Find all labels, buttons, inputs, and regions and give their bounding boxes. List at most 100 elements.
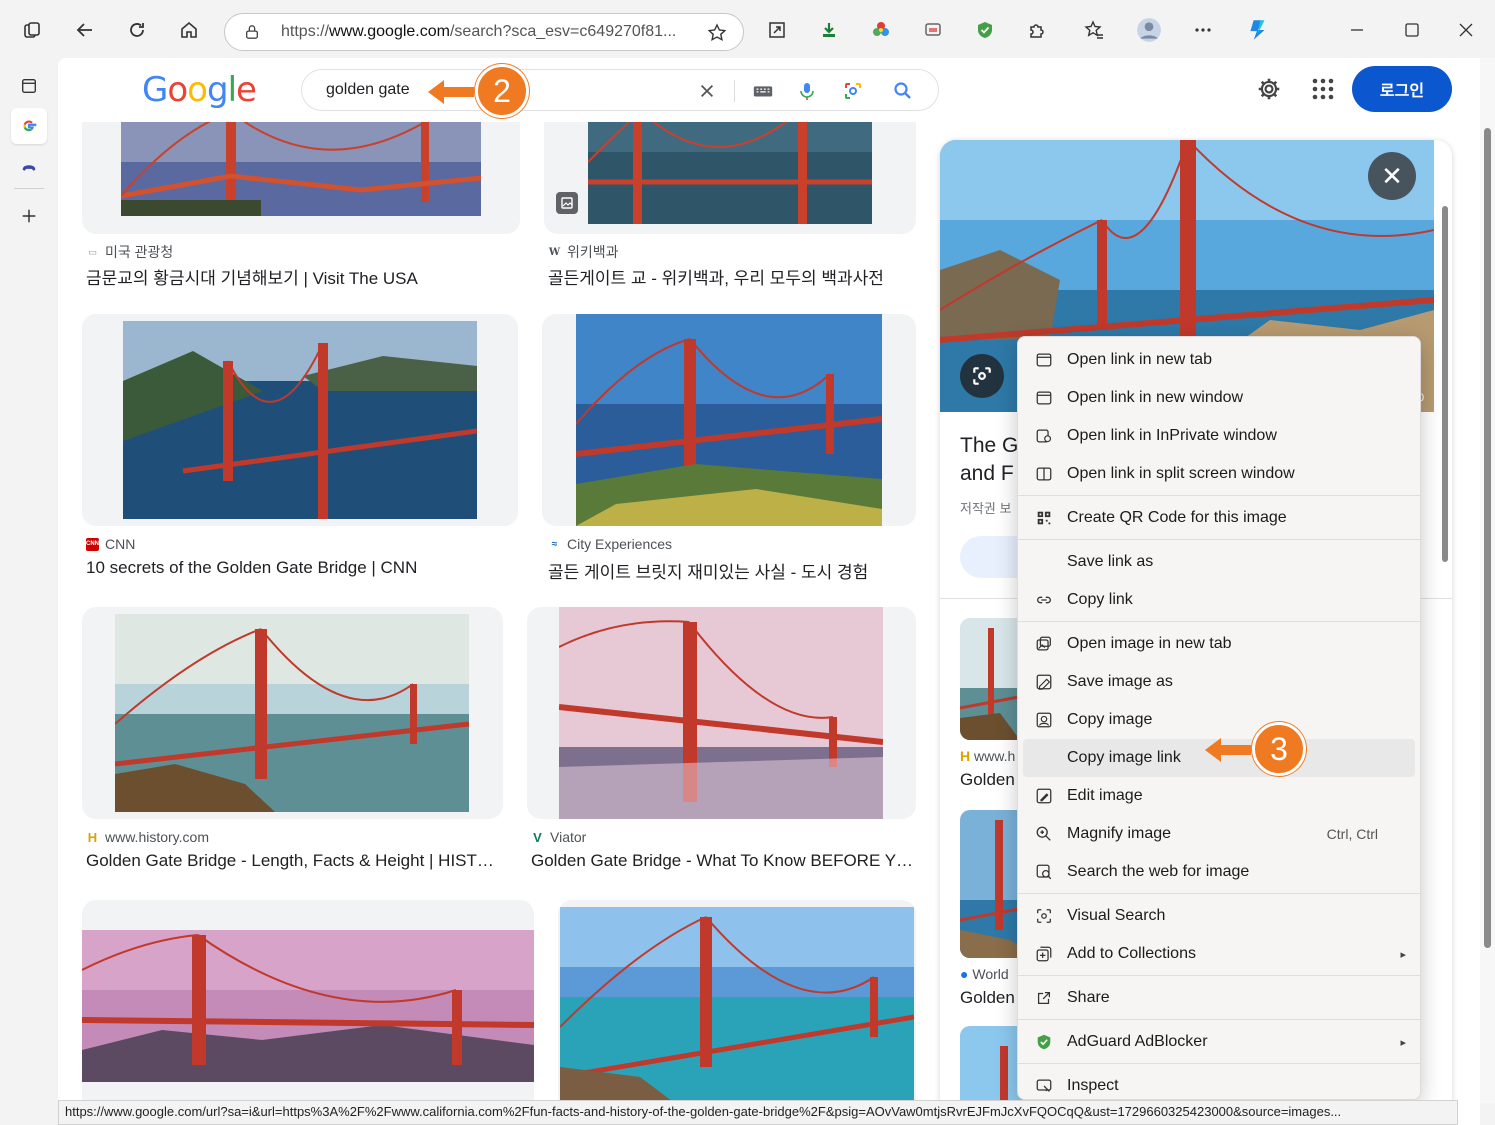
result-title[interactable]: Golden Gate Bridge - Length, Facts & Hei… <box>86 851 498 871</box>
keyboard-icon[interactable] <box>752 80 774 102</box>
google-logo[interactable]: Google <box>142 70 257 110</box>
result-image[interactable] <box>527 607 916 819</box>
search-divider <box>734 80 735 102</box>
lens-search-icon[interactable] <box>960 354 1004 398</box>
google-tab-icon[interactable] <box>11 108 47 144</box>
close-icon[interactable] <box>1449 13 1483 47</box>
menu-item-share[interactable]: Share <box>1018 979 1420 1017</box>
related-source[interactable]: H www.h <box>960 748 1015 764</box>
clear-icon[interactable] <box>696 80 718 102</box>
settings-gear-icon[interactable] <box>1256 76 1282 107</box>
minimize-icon[interactable] <box>1340 13 1374 47</box>
fullscreen-icon[interactable] <box>760 13 794 47</box>
related-title[interactable]: Golden <box>960 988 1015 1008</box>
result-image[interactable] <box>544 112 916 234</box>
search-icon[interactable] <box>892 80 914 102</box>
result-image[interactable] <box>558 900 916 1125</box>
panel-title[interactable]: The Gand F <box>960 432 1018 488</box>
menu-item-edit-image[interactable]: Edit image <box>1018 777 1420 815</box>
menu-item-copy-image[interactable]: Copy image <box>1018 701 1420 739</box>
favorite-star-icon[interactable] <box>707 23 727 48</box>
voice-search-icon[interactable] <box>796 80 818 102</box>
result-source[interactable]: ▭ 미국 관광청 <box>86 242 173 262</box>
bridge-photo <box>576 314 882 526</box>
menu-item-open-link-new-window[interactable]: Open link in new window <box>1018 379 1420 417</box>
menu-item-save-link-as[interactable]: Save link as <box>1018 543 1420 581</box>
menu-item-open-link-split-screen[interactable]: Open link in split screen window <box>1018 455 1420 493</box>
lens-search-icon[interactable] <box>842 80 864 102</box>
search-box[interactable]: golden gate <box>301 69 939 111</box>
result-title[interactable]: 금문교의 황금시대 기념해보기 | Visit The USA <box>86 264 516 289</box>
bridge-photo <box>115 614 469 812</box>
menu-item-search-web-for-image[interactable]: Search the web for image <box>1018 853 1420 891</box>
more-icon[interactable] <box>1186 13 1220 47</box>
new-window-icon <box>1034 388 1054 408</box>
panel-copyright: 저작권 보 <box>960 501 1012 516</box>
copilot-icon[interactable] <box>1241 13 1275 47</box>
magnify-icon <box>1034 824 1054 844</box>
menu-item-visual-search[interactable]: Visual Search <box>1018 897 1420 935</box>
maximize-icon[interactable] <box>1395 13 1429 47</box>
puzzle-extensions-icon[interactable] <box>1020 13 1054 47</box>
menu-item-add-to-collections[interactable]: Add to Collections ▸ <box>1018 935 1420 973</box>
game-tab-icon[interactable] <box>11 150 47 186</box>
bridge-photo <box>560 907 914 1107</box>
panel-scrollbar-thumb[interactable] <box>1442 206 1448 562</box>
related-title[interactable]: Golden <box>960 770 1015 790</box>
address-bar[interactable]: https://www.google.com/search?sca_esv=c6… <box>224 13 744 51</box>
image-badge-icon <box>556 192 578 214</box>
result-image[interactable] <box>82 900 534 1125</box>
link-icon <box>1034 590 1054 610</box>
result-source[interactable]: CNN CNN <box>86 536 135 552</box>
menu-item-magnify-image[interactable]: Magnify image Ctrl, Ctrl <box>1018 815 1420 853</box>
color-wheel-icon[interactable] <box>864 13 898 47</box>
menu-item-open-image-new-tab[interactable]: Open image in new tab <box>1018 625 1420 663</box>
result-title[interactable]: Golden Gate Bridge - What To Know BEFORE… <box>531 851 916 871</box>
result-image[interactable] <box>82 314 518 526</box>
menu-item-open-link-inprivate[interactable]: Open link in InPrivate window <box>1018 417 1420 455</box>
result-title[interactable]: 골든게이트 교 - 위키백과, 우리 모두의 백과사전 <box>548 264 918 289</box>
download-icon[interactable] <box>812 13 846 47</box>
page-scrollbar[interactable] <box>1480 58 1495 1103</box>
result-source[interactable]: W 위키백과 <box>548 242 619 262</box>
lock-icon[interactable] <box>243 23 261 41</box>
url-text: https://www.google.com/search?sca_esv=c6… <box>281 23 677 40</box>
result-title[interactable]: 10 secrets of the Golden Gate Bridge | C… <box>86 558 516 578</box>
result-title[interactable]: 골든 게이트 브릿지 재미있는 사실 - 도시 경험 <box>548 558 918 583</box>
refresh-icon[interactable] <box>120 13 154 47</box>
back-icon[interactable] <box>68 13 102 47</box>
sidebar-panel-icon[interactable] <box>11 68 47 104</box>
result-image[interactable] <box>82 607 503 819</box>
save-image-icon <box>1034 672 1054 692</box>
panel-close-button[interactable]: ✕ <box>1368 152 1416 200</box>
page-scrollbar-thumb[interactable] <box>1484 128 1491 948</box>
image-new-tab-icon <box>1034 634 1054 654</box>
status-bar-url: https://www.google.com/url?sa=i&url=http… <box>58 1100 1458 1125</box>
city-experiences-favicon-icon: ≈ <box>551 538 558 550</box>
menu-item-copy-link[interactable]: Copy link <box>1018 581 1420 619</box>
shield-extension-icon[interactable] <box>968 13 1002 47</box>
bridge-photo <box>82 930 534 1082</box>
favorites-icon[interactable] <box>1077 13 1111 47</box>
menu-item-adguard[interactable]: AdGuard AdBlocker ▸ <box>1018 1023 1420 1061</box>
result-image[interactable] <box>82 112 520 234</box>
result-source[interactable]: ≈ City Experiences <box>548 536 672 552</box>
result-source[interactable]: V Viator <box>531 829 586 845</box>
bridge-photo <box>559 607 883 819</box>
add-icon[interactable] <box>11 198 47 234</box>
result-source[interactable]: Hwww.history.com <box>86 829 209 845</box>
profile-avatar[interactable] <box>1132 13 1166 47</box>
related-source[interactable]: ● World <box>960 966 1009 982</box>
menu-item-open-link-new-tab[interactable]: Open link in new tab <box>1018 341 1420 379</box>
google-apps-icon[interactable] <box>1312 78 1334 105</box>
menu-item-create-qr-code[interactable]: Create QR Code for this image <box>1018 499 1420 537</box>
search-input[interactable]: golden gate <box>326 81 410 99</box>
tabs-icon[interactable] <box>15 13 49 47</box>
login-button[interactable]: 로그인 <box>1352 66 1452 112</box>
menu-item-save-image-as[interactable]: Save image as <box>1018 663 1420 701</box>
panel-scrollbar[interactable] <box>1438 140 1452 1100</box>
new-tab-icon <box>1034 350 1054 370</box>
home-icon[interactable] <box>172 13 206 47</box>
cast-icon[interactable] <box>916 13 950 47</box>
result-image[interactable] <box>542 314 916 526</box>
